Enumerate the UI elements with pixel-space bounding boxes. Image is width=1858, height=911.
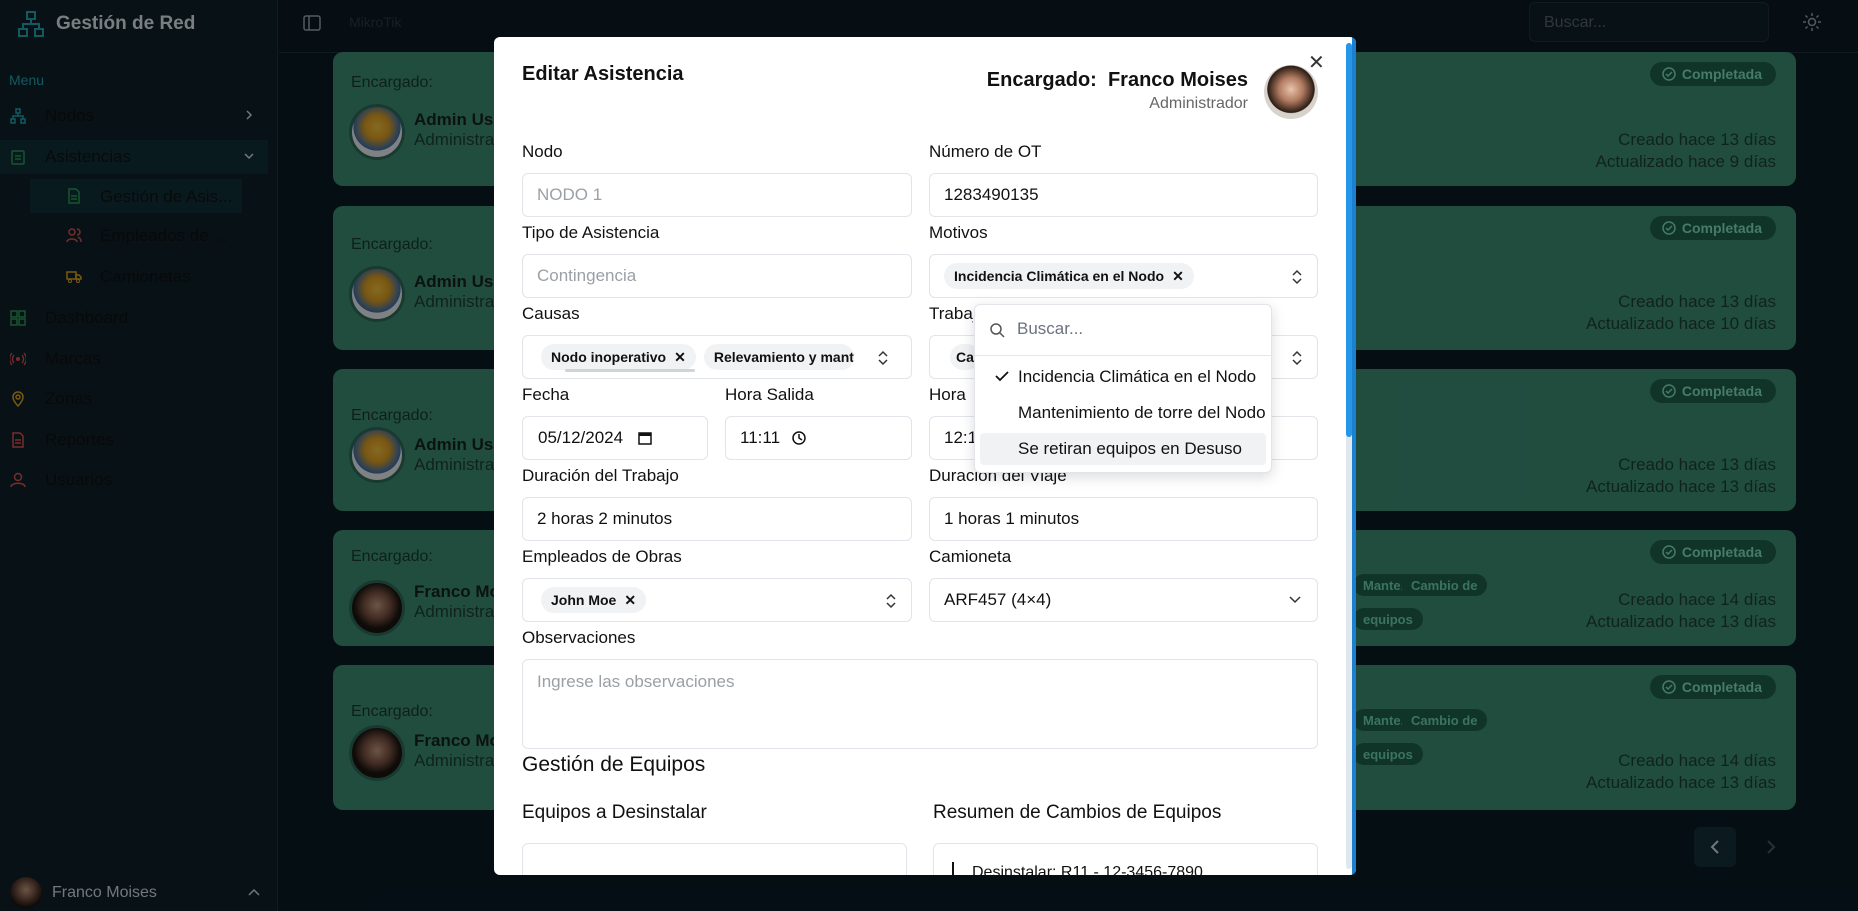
camioneta-select[interactable]: ARF457 (4×4) [929, 578, 1318, 622]
motivos-multiselect[interactable]: Incidencia Climática en el Nodo ✕ [929, 254, 1318, 298]
calendar-icon[interactable] [637, 430, 653, 446]
dialog-edge [1352, 37, 1356, 875]
ot-label: Número de OT [929, 142, 1042, 161]
selected-tag: Relevamiento y mant [703, 344, 854, 370]
chevron-updown-icon [1292, 269, 1302, 285]
dropdown-search-input[interactable]: Buscar... [987, 319, 1259, 343]
tag-label: Relevamiento y mant [713, 349, 854, 365]
nodo-label: Nodo [522, 142, 563, 161]
scrollbar-thumb[interactable] [1346, 43, 1352, 437]
chevron-down-icon [1289, 596, 1301, 604]
option-label: Mantenimiento de torre del Nodo [1018, 403, 1266, 422]
empleados-label: Empleados de Obras [522, 547, 682, 566]
fecha-value: 05/12/2024 [538, 428, 624, 447]
encargado-name: Franco Moises [1107, 69, 1248, 91]
section-title: Gestión de Equipos [522, 753, 706, 776]
tag-label: Incidencia Climática en el Nodo [954, 268, 1165, 284]
dialog-encargado: Encargado: Franco Moises [987, 69, 1248, 92]
hora-salida-input[interactable]: 11:11 [725, 416, 912, 460]
motivos-dropdown: Buscar... Incidencia Climática en el Nod… [974, 304, 1272, 473]
chevron-updown-icon [878, 350, 888, 366]
check-icon [995, 371, 1009, 382]
hora-llegada-value: 12:1 [944, 428, 978, 447]
option-label: Incidencia Climática en el Nodo [1018, 367, 1257, 386]
tipo-label: Tipo de Asistencia [522, 223, 660, 242]
hora-salida-value: 11:11 [740, 428, 781, 447]
duracion-viaje-input[interactable]: 1 horas 1 minutos [929, 497, 1318, 541]
equipos-desinstalar-title: Equipos a Desinstalar [522, 802, 707, 823]
duracion-trabajo-input[interactable]: 2 horas 2 minutos [522, 497, 912, 541]
tags-scrollbar[interactable] [545, 369, 855, 373]
avatar [1264, 65, 1318, 119]
chevron-updown-icon [1292, 350, 1302, 366]
tag-label: Ca [956, 349, 974, 365]
hora-llegada-label: Hora Llegada [929, 385, 969, 404]
camioneta-value: ARF457 (4×4) [944, 590, 1052, 609]
resumen-box: Desinstalar: R11 - 12-3456-7890 [933, 843, 1318, 875]
selected-tag: John Moe ✕ [541, 587, 647, 613]
dialog-title: Editar Asistencia [522, 63, 684, 85]
encargado-label: Encargado: [986, 69, 1097, 91]
camioneta-label: Camioneta [929, 547, 1012, 566]
tipo-input[interactable]: Contingencia [522, 254, 912, 298]
selected-tag: Incidencia Climática en el Nodo ✕ [944, 263, 1194, 289]
duracion-trabajo-label: Duración del Trabajo [522, 466, 679, 485]
dropdown-option[interactable]: Incidencia Climática en el Nodo [980, 361, 1266, 393]
empleados-multiselect[interactable]: John Moe ✕ [522, 578, 912, 622]
observaciones-textarea[interactable]: Ingrese las observaciones [522, 659, 1318, 749]
remove-tag-icon[interactable]: ✕ [624, 592, 636, 609]
selected-tag: Nodo inoperativo ✕ [541, 344, 696, 370]
fecha-label: Fecha [522, 385, 570, 404]
motivos-label: Motivos [929, 223, 988, 242]
encargado-role: Administrador [1149, 95, 1248, 112]
dropdown-option[interactable]: Se retiran equipos en Desuso [980, 433, 1266, 465]
resumen-line: Desinstalar: R11 - 12-3456-7890 [972, 864, 1203, 875]
tag-label: John Moe [551, 592, 617, 608]
trabajos-label: Trabajos [929, 304, 973, 323]
nodo-input[interactable]: NODO 1 [522, 173, 912, 217]
clock-icon[interactable] [792, 431, 806, 445]
chevron-updown-icon [886, 593, 896, 609]
remove-tag-icon[interactable]: ✕ [674, 349, 686, 366]
causas-label: Causas [522, 304, 580, 323]
ot-input[interactable]: 1283490135 [929, 173, 1318, 217]
equipos-desinstalar-box[interactable] [522, 843, 907, 875]
dropdown-option[interactable]: Mantenimiento de torre del Nodo [980, 397, 1266, 429]
observaciones-label: Observaciones [522, 628, 636, 647]
close-icon[interactable]: ✕ [1308, 53, 1325, 73]
causas-multiselect[interactable]: Nodo inoperativo ✕ Relevamiento y mant [522, 335, 912, 379]
hora-salida-label: Hora Salida [725, 385, 814, 404]
option-label: Se retiran equipos en Desuso [1018, 439, 1242, 458]
remove-tag-icon[interactable]: ✕ [1172, 268, 1184, 285]
fecha-input[interactable]: 05/12/2024 [522, 416, 708, 460]
resumen-title: Resumen de Cambios de Equipos [933, 802, 1222, 823]
divider [975, 355, 1271, 356]
tag-label: Nodo inoperativo [551, 349, 667, 365]
